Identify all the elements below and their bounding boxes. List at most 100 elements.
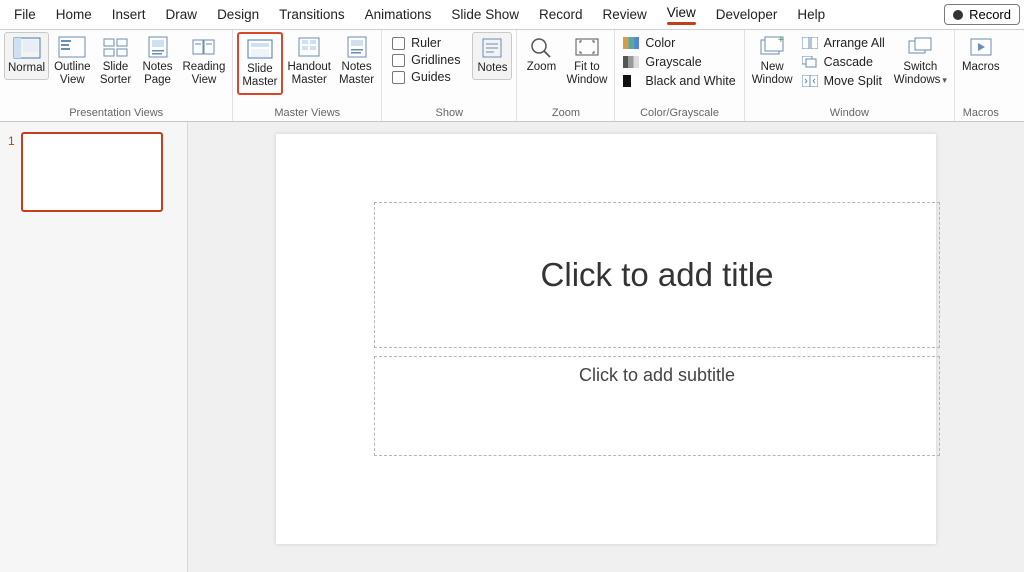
ruler-label: Ruler <box>411 36 441 50</box>
group-macros: Macros Macros <box>955 30 1007 121</box>
record-dot-icon <box>953 10 963 20</box>
move-split-label: Move Split <box>824 74 882 88</box>
notes-page-icon <box>144 36 172 58</box>
black-white-button[interactable]: Black and White <box>619 72 739 90</box>
switch-windows-button[interactable]: Switch Windows▾ <box>891 32 950 91</box>
cascade-label: Cascade <box>824 55 873 69</box>
notes-icon <box>478 37 506 59</box>
record-button-label: Record <box>969 7 1011 22</box>
tab-developer[interactable]: Developer <box>706 3 788 26</box>
chevron-down-icon: ▾ <box>942 75 947 85</box>
notes-master-icon <box>343 36 371 58</box>
notes-master-button[interactable]: Notes Master <box>336 32 377 91</box>
reading-view-button[interactable]: Reading View <box>180 32 229 91</box>
thumbnail-number: 1 <box>8 132 15 212</box>
new-window-label: New Window <box>752 61 793 87</box>
title-placeholder-text: Click to add title <box>541 256 774 294</box>
outline-view-label: Outline View <box>54 61 90 87</box>
slide-sorter-button[interactable]: Slide Sorter <box>96 32 136 91</box>
slide-thumbnail-panel: 1 <box>0 122 188 572</box>
checkbox-icon <box>392 54 405 67</box>
tab-file[interactable]: File <box>4 3 46 26</box>
group-zoom-label: Zoom <box>521 106 610 121</box>
slide-stage: Click to add title Click to add subtitle <box>188 122 1024 572</box>
slide-thumbnail-1[interactable] <box>21 132 163 212</box>
zoom-button[interactable]: Zoom <box>521 32 561 78</box>
macros-button[interactable]: Macros <box>959 32 1003 78</box>
checkbox-icon <box>392 37 405 50</box>
svg-text:+: + <box>778 36 784 46</box>
group-master-views-label: Master Views <box>237 106 377 121</box>
cascade-icon <box>802 55 818 69</box>
black-white-label: Black and White <box>645 74 735 88</box>
tab-home[interactable]: Home <box>46 3 102 26</box>
slide-sorter-label: Slide Sorter <box>100 61 131 87</box>
gridlines-label: Gridlines <box>411 53 460 67</box>
macros-label: Macros <box>962 61 1000 74</box>
move-split-button[interactable]: Move Split <box>798 72 889 90</box>
slide-canvas[interactable]: Click to add title Click to add subtitle <box>276 134 936 544</box>
normal-view-icon <box>13 37 41 59</box>
macros-icon <box>967 36 995 58</box>
gridlines-checkbox[interactable]: Gridlines <box>392 53 460 67</box>
tab-draw[interactable]: Draw <box>156 3 208 26</box>
tab-record[interactable]: Record <box>529 3 593 26</box>
grayscale-button[interactable]: Grayscale <box>619 53 739 71</box>
guides-label: Guides <box>411 70 451 84</box>
title-placeholder[interactable]: Click to add title <box>374 202 940 348</box>
handout-master-label: Handout Master <box>288 61 331 87</box>
fit-to-window-button[interactable]: Fit to Window <box>563 32 610 91</box>
group-show-label: Show <box>386 106 512 121</box>
arrange-all-button[interactable]: Arrange All <box>798 34 889 52</box>
tab-help[interactable]: Help <box>787 3 835 26</box>
black-white-icon <box>623 74 639 88</box>
slide-master-button[interactable]: Slide Master <box>237 32 282 95</box>
record-button[interactable]: Record <box>944 4 1020 25</box>
tab-design[interactable]: Design <box>207 3 269 26</box>
slide-master-label: Slide Master <box>242 63 277 89</box>
notes-page-button[interactable]: Notes Page <box>138 32 178 91</box>
normal-view-button[interactable]: Normal <box>4 32 49 80</box>
menu-tabs: File Home Insert Draw Design Transitions… <box>0 0 1024 30</box>
ribbon: Normal Outline View Slide Sorter Notes P… <box>0 30 1024 122</box>
new-window-button[interactable]: + New Window <box>749 32 796 91</box>
notes-master-label: Notes Master <box>339 61 374 87</box>
outline-view-button[interactable]: Outline View <box>51 32 93 91</box>
switch-windows-icon <box>906 36 934 58</box>
switch-windows-label: Switch Windows▾ <box>894 61 947 87</box>
subtitle-placeholder[interactable]: Click to add subtitle <box>374 356 940 456</box>
group-presentation-views-label: Presentation Views <box>4 106 228 121</box>
reading-view-icon <box>190 36 218 58</box>
grayscale-icon <box>623 55 639 69</box>
color-icon <box>623 36 639 50</box>
cascade-button[interactable]: Cascade <box>798 53 889 71</box>
notes-button[interactable]: Notes <box>472 32 512 80</box>
tab-slideshow[interactable]: Slide Show <box>441 3 529 26</box>
group-presentation-views: Normal Outline View Slide Sorter Notes P… <box>0 30 233 121</box>
color-button[interactable]: Color <box>619 34 739 52</box>
new-window-icon: + <box>758 36 786 58</box>
group-color-label: Color/Grayscale <box>619 106 739 121</box>
slide-sorter-icon <box>102 36 130 58</box>
slide-master-icon <box>246 38 274 60</box>
tab-insert[interactable]: Insert <box>102 3 156 26</box>
tab-transitions[interactable]: Transitions <box>269 3 355 26</box>
ruler-checkbox[interactable]: Ruler <box>392 36 460 50</box>
notes-label: Notes <box>477 62 507 75</box>
guides-checkbox[interactable]: Guides <box>392 70 460 84</box>
zoom-icon <box>527 36 555 58</box>
workspace: 1 Click to add title Click to add subtit… <box>0 122 1024 572</box>
tab-review[interactable]: Review <box>593 3 657 26</box>
reading-view-label: Reading View <box>183 61 226 87</box>
group-window: + New Window Arrange All Cascade <box>745 30 955 121</box>
tab-animations[interactable]: Animations <box>355 3 442 26</box>
tab-view-label: View <box>667 5 696 20</box>
arrange-all-icon <box>802 36 818 50</box>
group-color-grayscale: Color Grayscale Black and White Color/Gr… <box>615 30 744 121</box>
tab-view[interactable]: View <box>657 1 706 29</box>
handout-master-button[interactable]: Handout Master <box>285 32 334 91</box>
handout-master-icon <box>295 36 323 58</box>
group-zoom: Zoom Fit to Window Zoom <box>517 30 615 121</box>
move-split-icon <box>802 74 818 88</box>
fit-to-window-label: Fit to Window <box>566 61 607 87</box>
